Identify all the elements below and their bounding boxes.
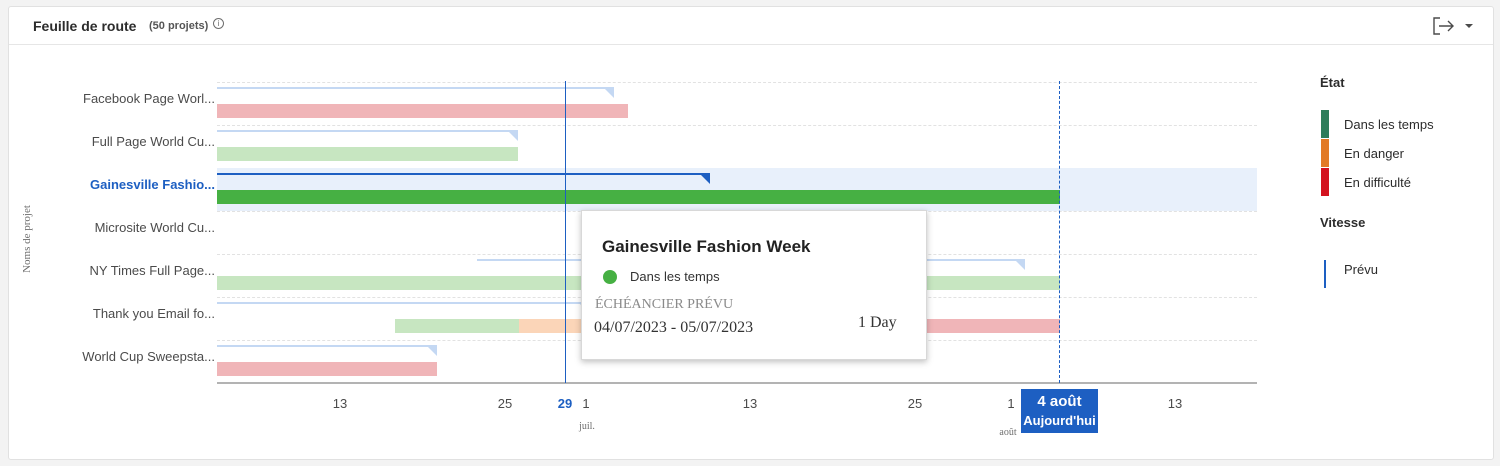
- planned-bar[interactable]: [217, 302, 589, 313]
- month-label-august: août: [999, 427, 1017, 438]
- x-tick: 13: [742, 396, 758, 411]
- roadmap-card: Feuille de route (50 projets) i Noms de …: [8, 6, 1494, 460]
- row-label-facebook-page[interactable]: Facebook Page Worl...: [49, 91, 215, 106]
- x-tick: 1: [1007, 396, 1015, 411]
- x-tick: 13: [332, 396, 348, 411]
- x-tick: 13: [1167, 396, 1183, 411]
- status-bar-in-trouble[interactable]: [217, 104, 628, 118]
- today-marker-line: [1059, 81, 1060, 383]
- month-label-july: juil.: [579, 421, 595, 432]
- legend-label-on-time[interactable]: Dans les temps: [1344, 117, 1434, 132]
- status-bar-in-trouble[interactable]: [217, 362, 437, 376]
- y-axis-title: Noms de projet: [21, 205, 33, 273]
- x-tick: 25: [907, 396, 923, 411]
- planned-bar[interactable]: [217, 130, 518, 141]
- status-dot-icon: [603, 270, 617, 284]
- legend-swatch-on-time: [1321, 110, 1329, 138]
- legend-speed-title: Vitesse: [1320, 215, 1366, 230]
- tooltip-title: Gainesville Fashion Week: [602, 237, 811, 256]
- legend-label-at-risk[interactable]: En danger: [1344, 146, 1404, 161]
- row-label-ny-times-full-page[interactable]: NY Times Full Page...: [49, 263, 215, 278]
- tooltip-dates: 04/07/2023 - 05/07/2023: [594, 319, 754, 336]
- tooltip-status: Dans les temps: [630, 269, 720, 284]
- today-label: Aujourd'hui: [1023, 413, 1096, 428]
- legend-line-planned: [1324, 260, 1326, 288]
- project-count: (50 projets): [149, 20, 209, 32]
- tooltip-duration: 1 Day: [858, 314, 897, 331]
- legend-label-planned[interactable]: Prévu: [1344, 262, 1378, 277]
- x-axis-line: [217, 382, 1257, 384]
- row-label-gainesville-fashion[interactable]: Gainesville Fashio...: [49, 177, 215, 192]
- status-bar-on-time[interactable]: [217, 147, 518, 161]
- x-tick: 25: [497, 396, 513, 411]
- today-date: 4 août: [1037, 393, 1082, 410]
- legend-swatch-in-trouble: [1321, 168, 1329, 196]
- start-marker-line: [565, 81, 566, 383]
- gridline: [217, 125, 1257, 126]
- gridline: [217, 82, 1257, 83]
- legend-state-title: État: [1320, 75, 1345, 90]
- tooltip-schedule-label: ÉCHÉANCIER PRÉVU: [595, 297, 734, 312]
- planned-bar[interactable]: [217, 345, 437, 356]
- row-label-full-page-world-cup[interactable]: Full Page World Cu...: [49, 134, 215, 149]
- card-title: Feuille de route: [33, 18, 137, 34]
- info-icon[interactable]: i: [213, 18, 224, 29]
- x-tick: 1: [582, 396, 590, 411]
- chevron-down-icon: [1465, 24, 1473, 28]
- row-label-world-cup-sweepstakes[interactable]: World Cup Sweepsta...: [49, 349, 215, 364]
- planned-bar[interactable]: [217, 87, 614, 98]
- export-icon: [1433, 17, 1473, 35]
- legend-swatch-at-risk: [1321, 139, 1329, 167]
- planned-bar-selected[interactable]: [217, 173, 710, 184]
- status-bar-on-time-selected[interactable]: [217, 190, 1060, 204]
- project-tooltip: Gainesville Fashion Week Dans les temps …: [581, 210, 927, 360]
- row-label-thank-you-email[interactable]: Thank you Email fo...: [49, 306, 215, 321]
- status-bar-on-time[interactable]: [395, 319, 519, 333]
- status-bar-in-trouble[interactable]: [909, 319, 1060, 333]
- row-label-microsite-world-cup[interactable]: Microsite World Cu...: [49, 220, 215, 235]
- export-button[interactable]: [1431, 15, 1477, 37]
- x-tick-selected: 29: [557, 396, 573, 411]
- today-badge: 4 août Aujourd'hui: [1021, 389, 1098, 433]
- card-header: Feuille de route (50 projets) i: [9, 7, 1493, 45]
- legend-label-in-trouble[interactable]: En difficulté: [1344, 175, 1411, 190]
